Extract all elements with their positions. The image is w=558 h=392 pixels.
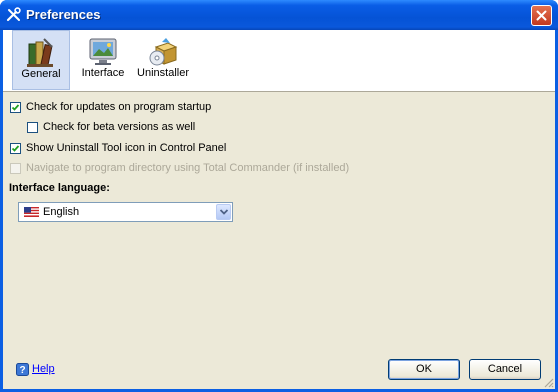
tab-uninstaller-label: Uninstaller: [137, 67, 189, 79]
chevron-down-icon: [220, 209, 228, 215]
help-link[interactable]: Help: [32, 363, 55, 375]
tab-uninstaller[interactable]: Uninstaller: [135, 30, 191, 90]
tab-general-label: General: [21, 68, 61, 80]
navigate-total-commander-checkbox: [10, 163, 21, 174]
category-toolbar: General Interface Uninstaller: [3, 30, 555, 92]
checkmark-icon: [11, 145, 20, 152]
wrench-tools-icon: [6, 7, 21, 22]
title-bar[interactable]: Preferences: [0, 0, 558, 30]
language-dropdown-button[interactable]: [216, 204, 231, 220]
checkmark-icon: [11, 104, 20, 111]
window-title: Preferences: [26, 7, 101, 22]
show-control-panel-label: Show Uninstall Tool icon in Control Pane…: [26, 142, 227, 154]
monitor-landscape-icon: [89, 38, 117, 65]
help-icon: ?: [16, 363, 29, 376]
close-icon: [536, 10, 547, 21]
ok-button[interactable]: OK: [388, 359, 460, 380]
box-cd-icon: [149, 38, 178, 66]
tab-interface-label: Interface: [81, 67, 125, 79]
check-beta-label: Check for beta versions as well: [43, 121, 196, 133]
books-icon: [27, 38, 53, 67]
tab-interface[interactable]: Interface: [74, 30, 132, 90]
dialog-client-area: General Interface Uninstaller Check for …: [3, 30, 555, 389]
check-beta-checkbox[interactable]: [27, 122, 38, 133]
cancel-button[interactable]: Cancel: [469, 359, 541, 380]
language-selected-value: English: [43, 206, 80, 218]
show-control-panel-checkbox[interactable]: [10, 143, 21, 154]
dialog-footer: ? Help OK Cancel: [3, 353, 555, 389]
check-updates-label: Check for updates on program startup: [26, 101, 212, 113]
preferences-window: Preferences General Interface Uninstalle…: [0, 0, 558, 392]
resize-grip-icon[interactable]: [542, 376, 554, 388]
language-select[interactable]: English: [18, 202, 233, 222]
svg-text:?: ?: [19, 365, 25, 376]
interface-language-label: Interface language:: [9, 182, 110, 194]
tab-general[interactable]: General: [12, 30, 70, 90]
close-button[interactable]: [531, 5, 552, 26]
check-updates-checkbox[interactable]: [10, 102, 21, 113]
us-flag-icon: [24, 207, 39, 217]
navigate-total-commander-label: Navigate to program directory using Tota…: [26, 162, 350, 174]
